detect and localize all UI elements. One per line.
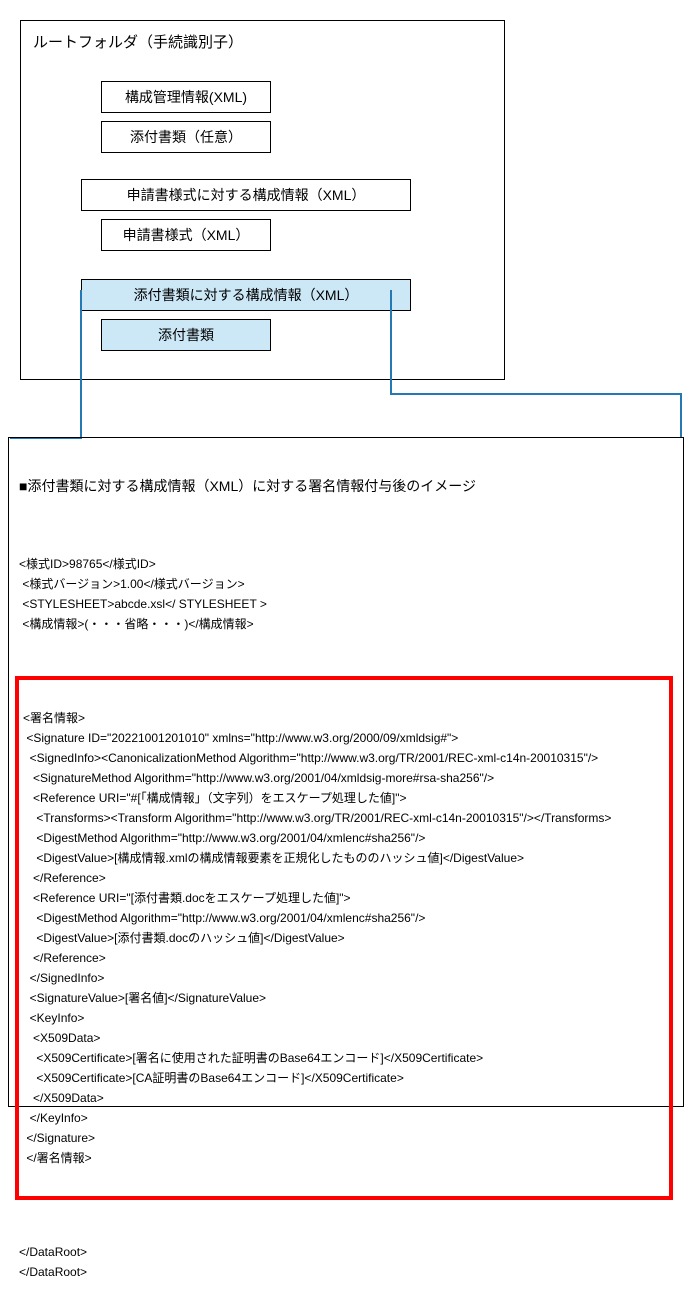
box-appform-xml: 申請書様式（XML）: [101, 219, 271, 251]
box-attachment-optional: 添付書類（任意）: [101, 121, 271, 153]
xml-tail-block: </DataRoot> </DataRoot>: [19, 1242, 673, 1282]
detail-title: ■添付書類に対する構成情報（XML）に対する署名情報付与後のイメージ: [19, 476, 673, 496]
connector-line: [390, 290, 392, 393]
connector-line: [680, 393, 682, 437]
xml-head-block: <様式ID>98765</様式ID> <様式バージョン>1.00</様式バージョ…: [19, 554, 673, 634]
connector-line: [80, 290, 82, 437]
signature-xml-block: <署名情報> <Signature ID="20221001201010" xm…: [23, 708, 669, 1168]
root-folder-label: ルートフォルダ（手続識別子）: [33, 31, 243, 52]
box-attachment: 添付書類: [101, 319, 271, 351]
box-config-manage-xml: 構成管理情報(XML): [101, 81, 271, 113]
signature-detail-panel: ■添付書類に対する構成情報（XML）に対する署名情報付与後のイメージ <様式ID…: [8, 437, 684, 1107]
box-appform-config-xml: 申請書様式に対する構成情報（XML）: [81, 179, 411, 211]
root-folder-panel: ルートフォルダ（手続識別子） 構成管理情報(XML) 添付書類（任意） 申請書様…: [20, 20, 505, 380]
connector-line: [390, 393, 682, 395]
signature-highlight-frame: <署名情報> <Signature ID="20221001201010" xm…: [15, 676, 673, 1200]
box-attachment-config-xml: 添付書類に対する構成情報（XML）: [81, 279, 411, 311]
